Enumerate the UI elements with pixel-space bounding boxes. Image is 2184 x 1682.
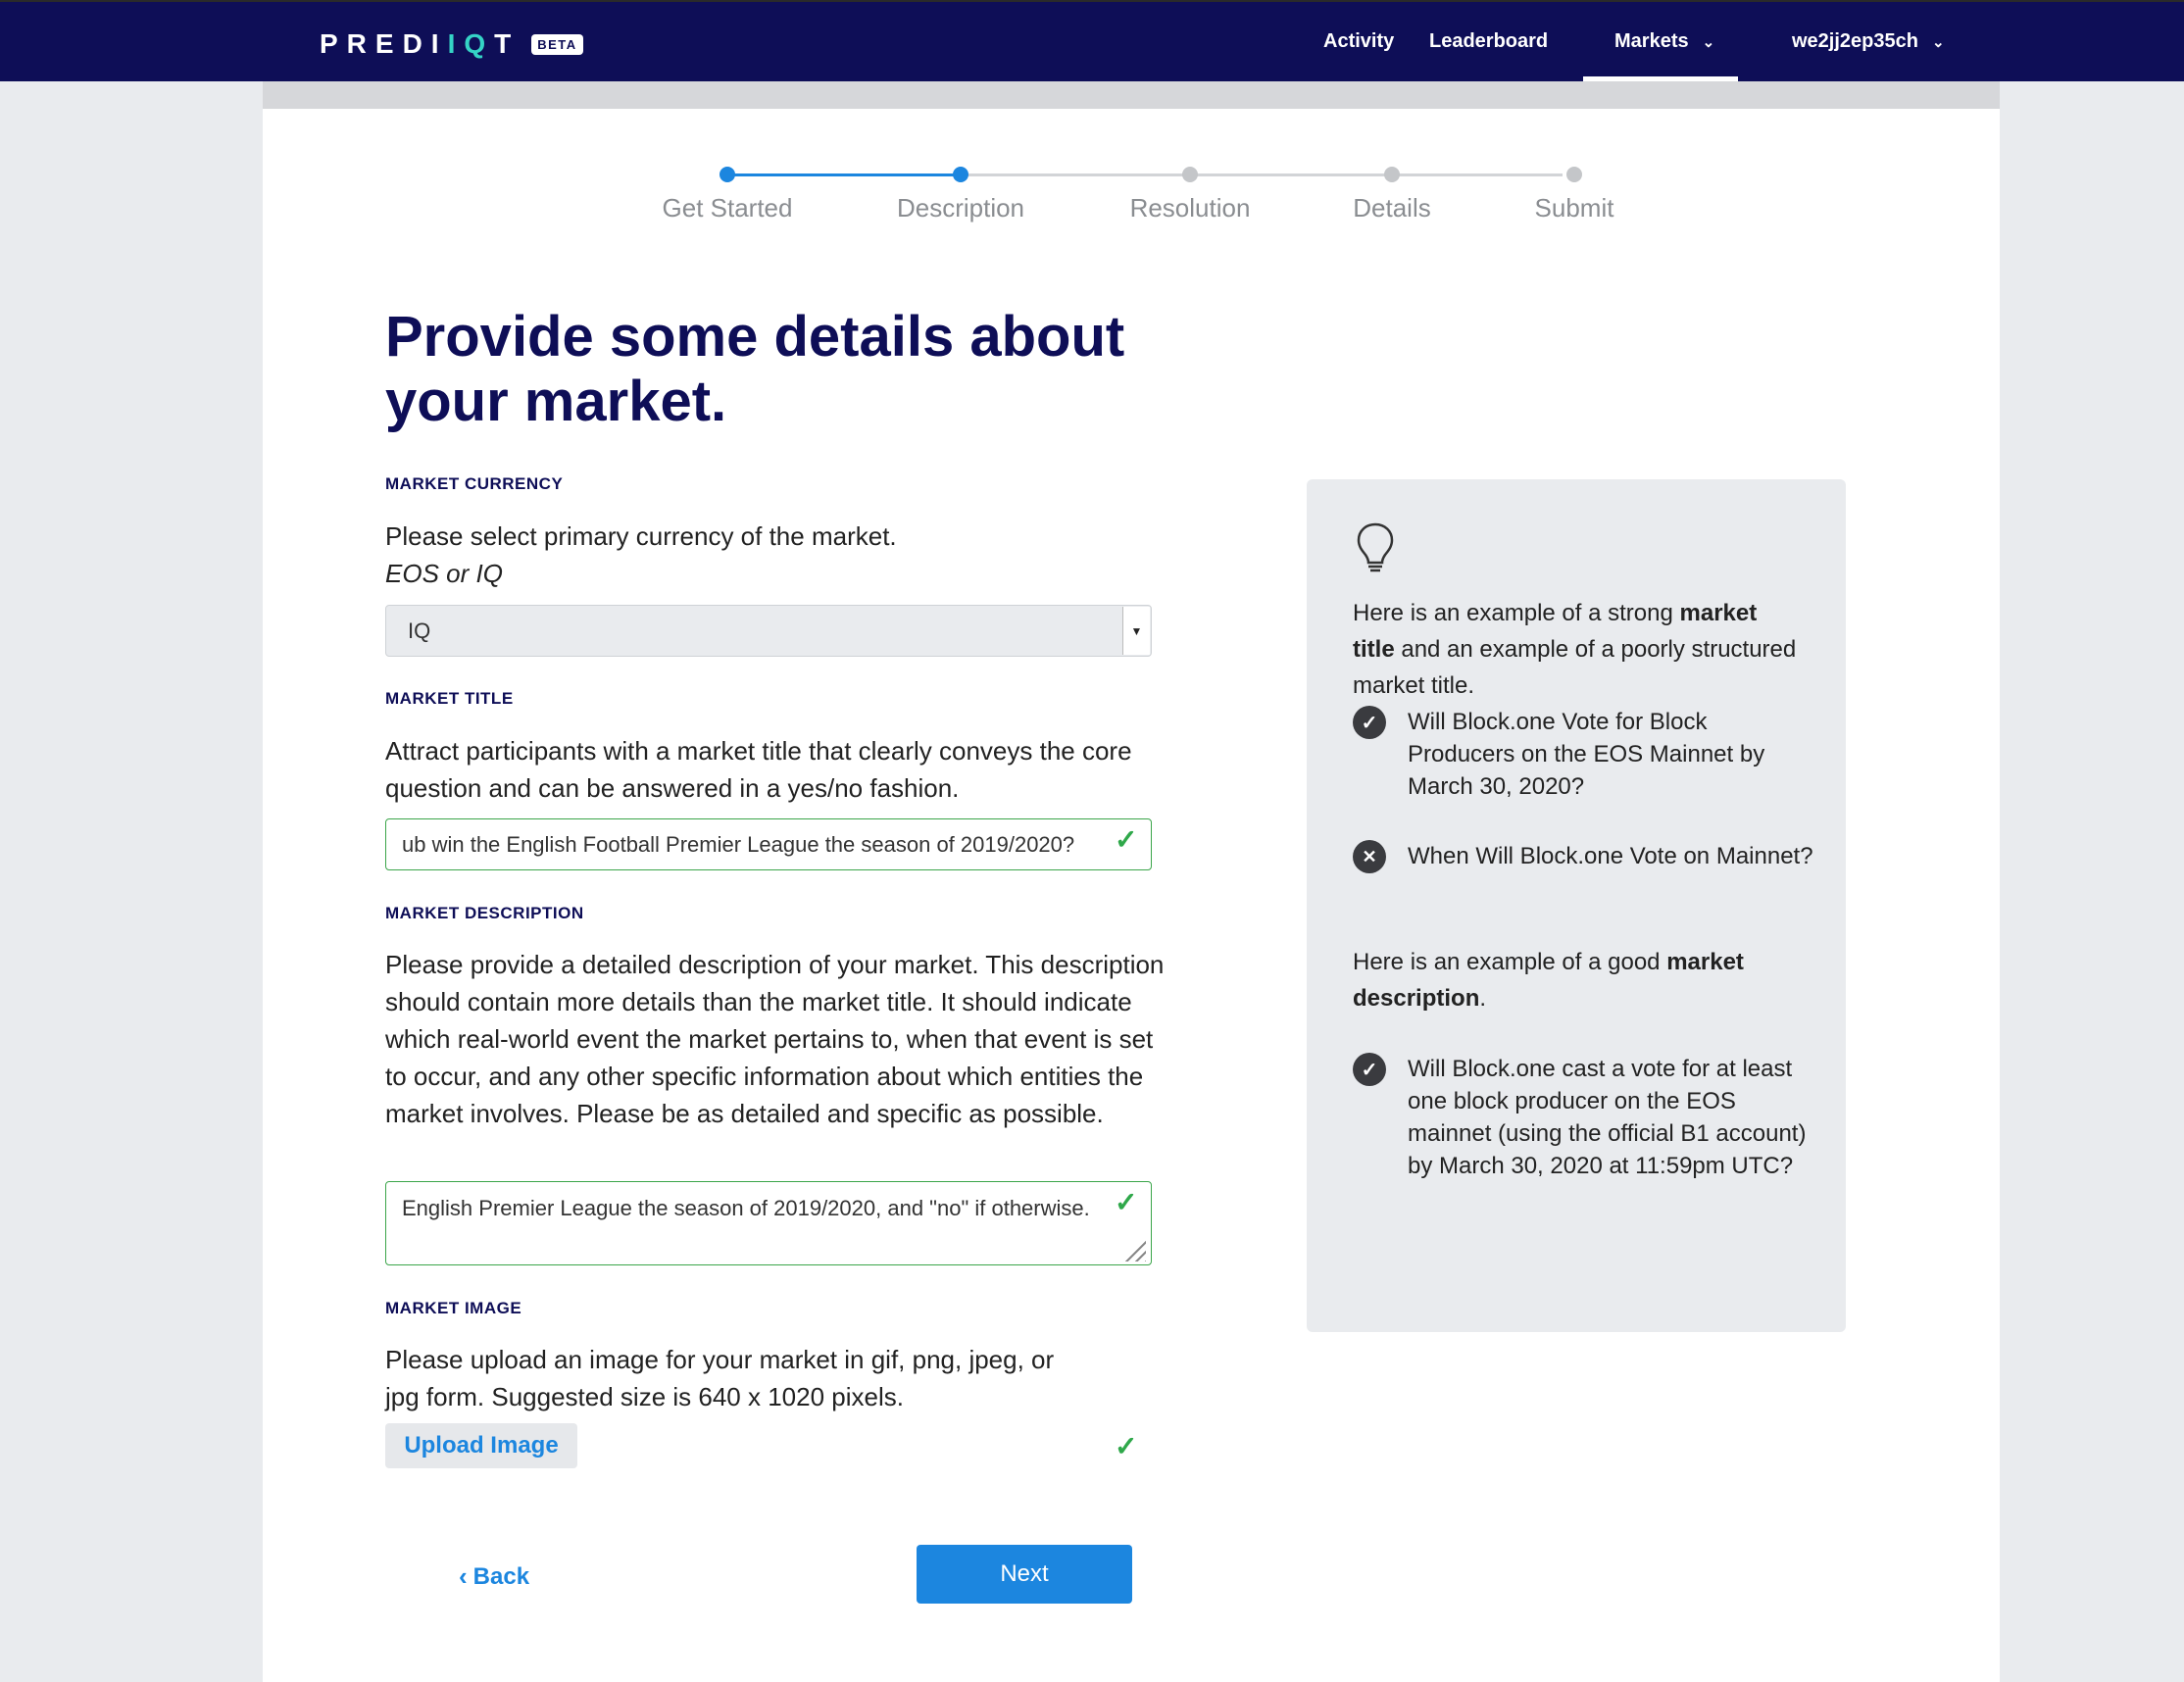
nav-markets[interactable]: Markets ⌄ <box>1583 2 1738 81</box>
market-title-input[interactable]: ub win the English Football Premier Leag… <box>385 818 1152 870</box>
currency-label: MARKET CURRENCY <box>385 474 564 493</box>
check-circle-icon: ✓ <box>1353 706 1386 739</box>
currency-help: Please select primary currency of the ma… <box>385 521 897 588</box>
nav-leaderboard[interactable]: Leaderboard <box>1429 2 1548 81</box>
top-navbar: PREDIIQT BETA Activity Leaderboard Marke… <box>0 0 2184 81</box>
check-icon: ✓ <box>1115 1431 1138 1461</box>
tip-panel: Here is an example of a strong market ti… <box>1307 479 1846 1332</box>
nav-activity[interactable]: Activity <box>1323 2 1394 81</box>
currency-select[interactable]: IQ ▼ <box>385 605 1152 657</box>
create-market-card: Get Started Description Resolution Detai… <box>263 81 2000 1682</box>
market-description-label: MARKET DESCRIPTION <box>385 904 584 922</box>
chevron-left-icon: ‹ <box>459 1561 468 1591</box>
market-description-textarea[interactable]: English Premier League the season of 201… <box>385 1181 1152 1265</box>
step-connector <box>727 173 961 176</box>
step-label-submit: Submit <box>1534 193 1614 223</box>
market-title-help: Attract participants with a market title… <box>385 736 1132 803</box>
chevron-down-icon: ⌄ <box>1702 33 1715 51</box>
nav-user-menu[interactable]: we2jj2ep35ch ⌄ <box>1792 2 1945 81</box>
beta-badge: BETA <box>531 33 583 55</box>
market-image-label: MARKET IMAGE <box>385 1299 522 1317</box>
tip-description-intro: Here is an example of a good market desc… <box>1353 949 1744 1012</box>
market-image-help: Please upload an image for your market i… <box>385 1345 1055 1411</box>
step-dot-get-started <box>720 167 735 182</box>
step-connector <box>961 173 1176 176</box>
market-description-help: Please provide a detailed description of… <box>385 950 1165 1128</box>
chevron-down-icon: ⌄ <box>1931 33 1945 51</box>
upload-image-button[interactable]: Upload Image <box>385 1423 577 1468</box>
step-dot-details <box>1384 167 1400 182</box>
next-button[interactable]: Next <box>917 1545 1132 1604</box>
prediqt-logo[interactable]: PREDIIQT BETA <box>320 28 583 60</box>
step-dot-resolution <box>1182 167 1198 182</box>
logo-text: PREDIIQT <box>320 28 521 59</box>
check-icon: ✓ <box>1115 1187 1138 1217</box>
check-circle-icon: ✓ <box>1353 1053 1386 1086</box>
step-dot-description <box>953 167 968 182</box>
dropdown-arrow-icon[interactable]: ▼ <box>1122 607 1150 655</box>
step-label-description: Description <box>896 193 1025 223</box>
step-label-get-started: Get Started <box>662 193 793 223</box>
progress-stepper: Get Started Description Resolution Detai… <box>263 81 2000 238</box>
back-button[interactable]: ‹ Back <box>459 1561 529 1592</box>
tip-title-intro: Here is an example of a strong market ti… <box>1353 600 1797 699</box>
market-title-label: MARKET TITLE <box>385 689 514 708</box>
lightbulb-icon <box>1357 522 1394 572</box>
check-icon: ✓ <box>1115 824 1138 855</box>
page-title: Provide some details about your market. <box>385 305 1125 433</box>
step-label-resolution: Resolution <box>1129 193 1251 223</box>
x-circle-icon: ✕ <box>1353 840 1386 873</box>
step-connector <box>1176 173 1378 176</box>
step-dot-submit <box>1566 167 1582 182</box>
step-connector <box>1378 173 1563 176</box>
